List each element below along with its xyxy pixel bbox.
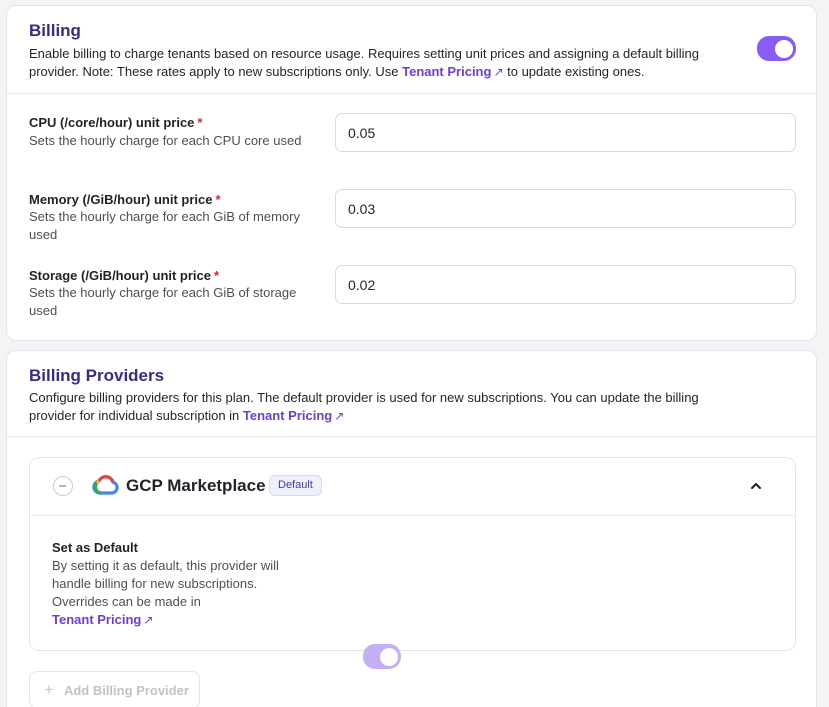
billing-title: Billing [29,21,81,40]
cpu-price-help: Sets the hourly charge for each CPU core… [29,133,302,148]
google-cloud-icon [92,475,119,495]
billing-description: Enable billing to charge tenants based o… [29,45,719,81]
required-marker: * [214,268,220,283]
set-default-toggle[interactable] [363,644,401,669]
plus-icon: + [44,680,54,699]
set-default-label: Set as Default [52,540,138,555]
memory-price-label-text: Memory (/GiB/hour) unit price [29,192,213,207]
toggle-knob [380,647,398,666]
add-billing-provider-label: Add Billing Provider [63,682,189,698]
add-billing-provider-button[interactable]: + Add Billing Provider [29,671,200,707]
billing-enable-toggle[interactable] [757,36,796,61]
providers-divider [7,436,816,437]
external-link-icon: ↗ [334,409,345,423]
providers-description-text: Configure billing providers for this pla… [29,390,699,423]
tenant-pricing-link-label: Tenant Pricing [402,64,492,79]
storage-price-help: Sets the hourly charge for each GiB of s… [29,285,297,318]
billing-divider [7,93,816,94]
default-badge: Default [269,475,322,496]
set-default-help-text: By setting it as default, this provider … [52,558,279,609]
external-link-icon: ↗ [143,613,154,627]
memory-price-input[interactable] [335,189,796,228]
providers-description: Configure billing providers for this pla… [29,389,749,425]
required-marker: * [215,192,221,207]
chevron-up-icon[interactable] [748,478,764,494]
set-default-help: By setting it as default, this provider … [52,557,312,629]
provider-card-gcp: GCP Marketplace Default Set as Default B… [29,457,796,669]
cpu-price-label: CPU (/core/hour) unit price * [29,115,202,130]
memory-price-label: Memory (/GiB/hour) unit price * [29,192,221,207]
storage-price-label: Storage (/GiB/hour) unit price * [29,268,219,283]
provider-header-divider [30,515,795,516]
cpu-price-label-text: CPU (/core/hour) unit price [29,115,195,130]
remove-circle-icon[interactable] [53,476,73,496]
tenant-pricing-link[interactable]: Tenant Pricing ↗ [243,408,344,423]
storage-price-label-text: Storage (/GiB/hour) unit price [29,268,212,283]
toggle-knob [775,39,793,58]
cpu-price-input[interactable] [335,113,796,152]
tenant-pricing-link[interactable]: Tenant Pricing ↗ [402,64,503,79]
required-marker: * [197,115,203,130]
storage-price-input[interactable] [335,265,796,304]
tenant-pricing-link-label: Tenant Pricing [242,408,333,423]
billing-card: Billing Enable billing to charge tenants… [6,5,817,341]
tenant-pricing-link[interactable]: Tenant Pricing ↗ [52,611,312,629]
tenant-pricing-link-label: Tenant Pricing [52,612,142,627]
providers-title: Billing Providers [29,366,165,385]
billing-description-text-end: to update existing ones. [507,64,645,79]
memory-price-help: Sets the hourly charge for each GiB of m… [29,209,300,242]
external-link-icon: ↗ [493,65,504,79]
provider-name: GCP Marketplace [126,476,266,495]
billing-providers-card: Billing Providers Configure billing prov… [6,350,817,707]
